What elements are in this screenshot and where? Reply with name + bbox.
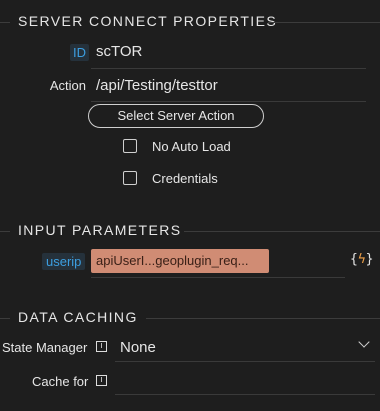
section-title: SERVER CONNECT PROPERTIES	[18, 13, 278, 29]
divider	[0, 318, 10, 319]
dynamic-data-icon[interactable]: {ϟ}	[350, 252, 373, 267]
id-input-underline	[91, 68, 366, 69]
param-label-userip: userip	[42, 253, 86, 270]
no-auto-load-label: No Auto Load	[152, 139, 231, 154]
cache-for-label: Cache for	[32, 374, 89, 389]
divider	[0, 22, 10, 23]
section-title: DATA CACHING	[18, 309, 138, 325]
id-label: ID	[70, 44, 89, 61]
section-header-server-connect: SERVER CONNECT PROPERTIES	[0, 10, 380, 34]
action-input-underline	[91, 101, 366, 102]
divider	[184, 231, 380, 232]
info-icon[interactable]: i	[96, 341, 107, 352]
userip-underline	[91, 277, 345, 278]
state-manager-label: State Manager	[2, 340, 88, 355]
chevron-down-icon[interactable]	[358, 336, 370, 348]
no-auto-load-checkbox[interactable]	[123, 139, 137, 153]
divider	[0, 231, 10, 232]
section-header-data-caching: DATA CACHING	[0, 306, 380, 330]
cache-for-underline	[115, 394, 375, 395]
state-manager-select[interactable]: None	[120, 339, 156, 356]
info-icon[interactable]: i	[96, 375, 107, 386]
section-title: INPUT PARAMETERS	[18, 222, 182, 238]
state-manager-underline	[115, 361, 375, 362]
credentials-checkbox[interactable]	[123, 171, 137, 185]
action-input[interactable]: /api/Testing/testtor	[96, 77, 218, 94]
userip-expression-field[interactable]: apiUserI...geoplugin_req...	[91, 249, 269, 273]
action-label: Action	[49, 78, 86, 93]
id-input[interactable]: scTOR	[96, 43, 142, 60]
credentials-label: Credentials	[152, 171, 218, 186]
select-server-action-button[interactable]: Select Server Action	[88, 104, 264, 128]
divider	[268, 22, 380, 23]
section-header-input-parameters: INPUT PARAMETERS	[0, 219, 380, 243]
divider	[146, 318, 380, 319]
